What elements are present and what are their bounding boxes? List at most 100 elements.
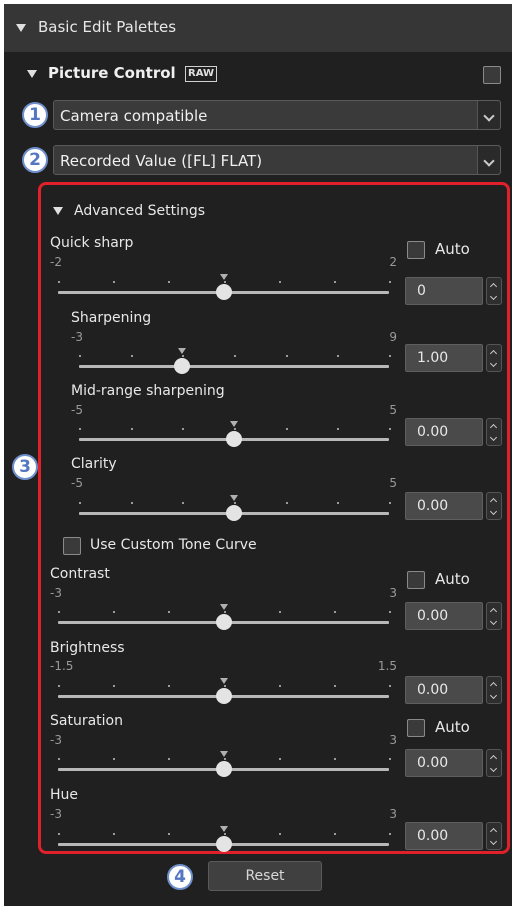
- slider-min-label: -5: [71, 476, 83, 490]
- picture-control-title: Picture Control: [48, 64, 176, 82]
- slider-tick: [58, 685, 60, 687]
- value-input[interactable]: 0: [405, 277, 483, 305]
- value-input[interactable]: 0.00: [405, 676, 483, 704]
- slider-min-label: -1.5: [50, 659, 74, 673]
- spin-up-icon[interactable]: [489, 423, 498, 432]
- slider-tick: [58, 833, 60, 835]
- picture-control-collapse-icon[interactable]: [27, 70, 37, 78]
- reset-button[interactable]: Reset: [208, 861, 322, 891]
- slider-max-label: 3: [389, 807, 397, 821]
- slider-label: Contrast: [50, 566, 110, 582]
- slider-label: Clarity: [71, 456, 117, 472]
- slider-min-label: -3: [50, 807, 62, 821]
- value-input[interactable]: 0.00: [405, 749, 483, 777]
- slider-tick: [234, 428, 236, 430]
- value-spinner[interactable]: [486, 822, 502, 850]
- slider-tick: [285, 502, 288, 504]
- slider-track[interactable]: [79, 365, 389, 368]
- picture-control-value-select[interactable]: Recorded Value ([FL] FLAT): [53, 145, 501, 175]
- slider-tick: [79, 428, 81, 430]
- value-spinner[interactable]: [486, 749, 502, 777]
- spin-down-icon[interactable]: [489, 292, 498, 301]
- slider-tick: [285, 355, 288, 357]
- value-spinner[interactable]: [486, 277, 502, 305]
- slider-tick: [333, 281, 336, 283]
- slider-thumb[interactable]: [215, 688, 232, 704]
- slider-tick: [333, 758, 336, 760]
- value-input-text: 0: [417, 283, 426, 299]
- value-spinner[interactable]: [486, 418, 502, 446]
- value-input-text: 0.00: [417, 424, 449, 440]
- slider-tick: [278, 611, 281, 613]
- slider-thumb[interactable]: [215, 836, 232, 852]
- slider-label: Hue: [50, 787, 79, 803]
- slider-thumb[interactable]: [226, 431, 242, 447]
- slider-thumb[interactable]: [215, 761, 232, 777]
- slider-tick: [389, 502, 391, 504]
- spin-up-icon[interactable]: [489, 754, 498, 763]
- spin-down-icon[interactable]: [489, 359, 498, 368]
- slider-tick: [278, 685, 281, 687]
- spin-up-icon[interactable]: [489, 827, 498, 836]
- slider-tick: [168, 281, 171, 283]
- value-spinner[interactable]: [486, 676, 502, 704]
- slider-tick: [168, 685, 171, 687]
- value-input[interactable]: 0.00: [405, 822, 483, 850]
- auto-label: Auto: [435, 718, 470, 736]
- value-dropdown-button[interactable]: [477, 146, 500, 174]
- slider-thumb[interactable]: [215, 614, 232, 630]
- slider-tick: [278, 758, 281, 760]
- spin-down-icon[interactable]: [489, 691, 498, 700]
- palette-header[interactable]: Basic Edit Palettes: [4, 4, 512, 52]
- spin-down-icon[interactable]: [489, 617, 498, 626]
- spin-up-icon[interactable]: [489, 282, 498, 291]
- slider-max-label: 3: [389, 586, 397, 600]
- compatibility-dropdown-button[interactable]: [477, 101, 500, 129]
- value-spinner[interactable]: [486, 344, 502, 372]
- advanced-settings-collapse-icon[interactable]: [53, 207, 63, 215]
- auto-checkbox[interactable]: [407, 241, 425, 259]
- slider-tick: [278, 833, 281, 835]
- chevron-down-icon: [483, 110, 495, 122]
- callout-4: 4: [167, 864, 193, 890]
- slider-thumb[interactable]: [226, 505, 242, 521]
- slider-label: Sharpening: [71, 310, 152, 326]
- callout-1: 1: [22, 102, 48, 128]
- slider-tick: [234, 502, 236, 504]
- slider-min-label: -3: [50, 586, 62, 600]
- slider-thumb[interactable]: [215, 284, 232, 300]
- spin-up-icon[interactable]: [489, 681, 498, 690]
- value-input[interactable]: 0.00: [405, 418, 483, 446]
- slider-tick: [389, 833, 391, 835]
- spin-down-icon[interactable]: [489, 433, 498, 442]
- spin-up-icon[interactable]: [489, 349, 498, 358]
- value-input[interactable]: 0.00: [405, 492, 483, 520]
- spin-up-icon[interactable]: [489, 497, 498, 506]
- default-marker-icon: [219, 274, 228, 280]
- value-spinner[interactable]: [486, 602, 502, 630]
- default-marker-icon: [230, 495, 238, 501]
- slider-tick: [234, 355, 236, 357]
- callout-3: 3: [12, 454, 38, 480]
- auto-checkbox[interactable]: [407, 719, 425, 737]
- spin-up-icon[interactable]: [489, 607, 498, 616]
- slider-tick: [337, 428, 340, 430]
- auto-label: Auto: [435, 240, 470, 258]
- slider-tick: [113, 611, 116, 613]
- spin-down-icon[interactable]: [489, 764, 498, 773]
- auto-checkbox[interactable]: [407, 571, 425, 589]
- slider-max-label: 5: [389, 403, 397, 417]
- slider-tick: [182, 355, 185, 357]
- value-input[interactable]: 1.00: [405, 344, 483, 372]
- custom-tone-curve-checkbox[interactable]: [63, 537, 81, 555]
- value-spinner[interactable]: [486, 492, 502, 520]
- slider-tick: [113, 758, 116, 760]
- spin-down-icon[interactable]: [489, 507, 498, 516]
- collapse-triangle-icon[interactable]: [16, 24, 26, 32]
- slider-tick: [113, 833, 116, 835]
- palette-title: Basic Edit Palettes: [38, 18, 177, 36]
- spin-down-icon[interactable]: [489, 837, 498, 846]
- compatibility-select[interactable]: Camera compatible: [53, 100, 501, 130]
- picture-control-checkbox[interactable]: [483, 66, 501, 84]
- value-input[interactable]: 0.00: [405, 602, 483, 630]
